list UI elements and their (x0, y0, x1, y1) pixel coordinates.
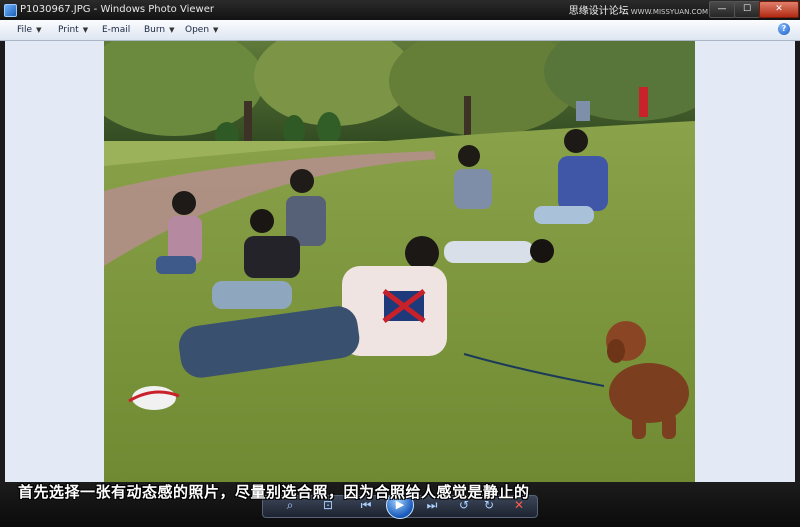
menu-print-label: Print (58, 25, 79, 35)
maximize-button[interactable]: ☐ (734, 1, 760, 18)
watermark-url: WWW.MISSYUAN.COM (630, 8, 708, 16)
menu-open[interactable]: Open ▼ (185, 25, 218, 35)
watermark-text: 思缘设计论坛 (568, 6, 629, 17)
menu-open-label: Open (185, 25, 210, 35)
help-icon[interactable]: ? (778, 23, 790, 35)
close-button[interactable]: ✕ (759, 1, 799, 18)
menu-burn[interactable]: Burn ▼ (144, 25, 175, 35)
chevron-down-icon: ▼ (82, 26, 89, 34)
menu-file[interactable]: File ▼ (17, 25, 41, 35)
window-title: P1030967.JPG - Windows Photo Viewer (20, 4, 214, 15)
menu-bar: File ▼ Print ▼ E-mail Burn ▼ Open ▼ ? (0, 20, 800, 41)
chevron-down-icon: ▼ (36, 26, 42, 34)
photo-illustration (104, 41, 695, 483)
menu-email[interactable]: E-mail (102, 25, 130, 35)
minimize-button[interactable]: — (709, 1, 735, 18)
photo-image (104, 41, 695, 483)
watermark: 思缘设计论坛 WWW.MISSYUAN.COM (569, 2, 708, 17)
title-bar: P1030967.JPG - Windows Photo Viewer 思缘设计… (0, 0, 800, 20)
chevron-down-icon: ▼ (169, 26, 175, 34)
menu-burn-label: Burn (144, 25, 166, 35)
menu-email-label: E-mail (102, 25, 131, 35)
menu-print[interactable]: Print ▼ (58, 25, 88, 35)
menu-file-label: File (17, 25, 33, 35)
chevron-down-icon: ▼ (213, 26, 219, 34)
photo-viewer-app-icon (4, 4, 17, 17)
caption-text: 首先选择一张有动态感的照片，尽量别选合照，因为合照给人感觉是静止的 (18, 483, 530, 501)
